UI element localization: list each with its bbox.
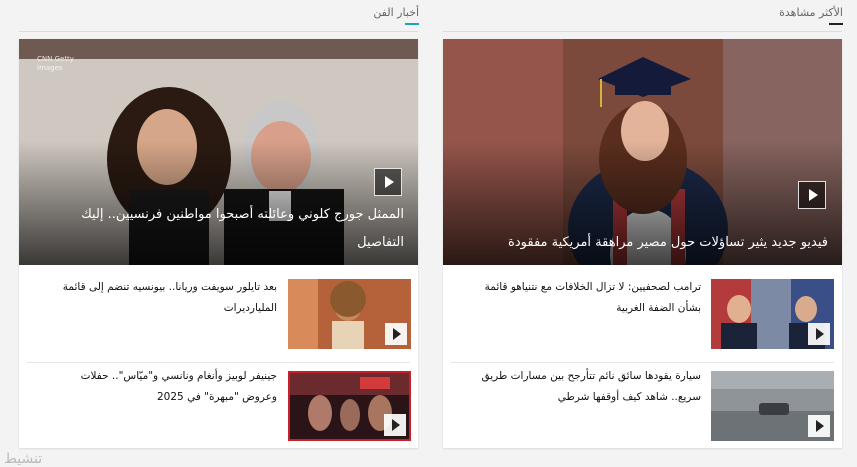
most-viewed-hero[interactable]: فيديو جديد يثير تساؤلات حول مصير مراهقة … xyxy=(443,39,842,265)
list-item[interactable]: جينيفر لوبيز وأنغام ونانسي و"ميّاس".. حف… xyxy=(19,363,418,448)
play-icon[interactable] xyxy=(808,415,830,437)
hero-caption[interactable]: الممثل جورج كلوني وعائلته أصبحوا مواطنين… xyxy=(33,201,404,257)
section-rule-arts xyxy=(19,31,418,32)
play-icon[interactable] xyxy=(798,181,826,209)
list-item[interactable]: بعد تايلور سويفت وريانا.. بيونسيه تنضم إ… xyxy=(19,265,418,362)
list-item[interactable]: ترامب لصحفيين: لا تزال الخلافات مع نتنيا… xyxy=(443,265,842,362)
play-icon[interactable] xyxy=(374,168,402,196)
thumbnail xyxy=(288,279,411,349)
list-item-headline[interactable]: ترامب لصحفيين: لا تزال الخلافات مع نتنيا… xyxy=(473,277,701,319)
list-item-headline[interactable]: جينيفر لوبيز وأنغام ونانسي و"ميّاس".. حف… xyxy=(49,366,277,408)
hero-watermark: CNN Getty Images xyxy=(37,55,74,72)
section-title-arts-label: أخبار الفن xyxy=(373,6,419,19)
section-title-most-viewed[interactable]: الأكثر مشاهدة xyxy=(723,6,843,25)
section-title-underline xyxy=(405,23,419,25)
list-item[interactable]: سيارة يقودها سائق نائم تتأرجح بين مسارات… xyxy=(443,363,842,448)
list-item-headline[interactable]: بعد تايلور سويفت وريانا.. بيونسيه تنضم إ… xyxy=(49,277,277,319)
thumbnail xyxy=(288,371,411,441)
play-icon[interactable] xyxy=(385,323,407,345)
thumbnail xyxy=(711,371,834,441)
arts-hero[interactable]: CNN Getty Images الممثل جورج كلوني وعائل… xyxy=(19,39,418,265)
section-rule-most-viewed xyxy=(443,31,842,32)
thumbnail xyxy=(711,279,834,349)
section-title-most-viewed-label: الأكثر مشاهدة xyxy=(779,6,843,19)
list-item-headline[interactable]: سيارة يقودها سائق نائم تتأرجح بين مسارات… xyxy=(473,366,702,408)
arts-news-card: CNN Getty Images الممثل جورج كلوني وعائل… xyxy=(19,39,418,448)
section-title-arts[interactable]: أخبار الفن xyxy=(299,6,419,25)
play-icon[interactable] xyxy=(808,323,830,345)
hero-caption[interactable]: فيديو جديد يثير تساؤلات حول مصير مراهقة … xyxy=(457,229,828,257)
most-viewed-card: فيديو جديد يثير تساؤلات حول مصير مراهقة … xyxy=(443,39,842,448)
section-title-underline xyxy=(829,23,843,25)
play-icon[interactable] xyxy=(384,414,406,436)
